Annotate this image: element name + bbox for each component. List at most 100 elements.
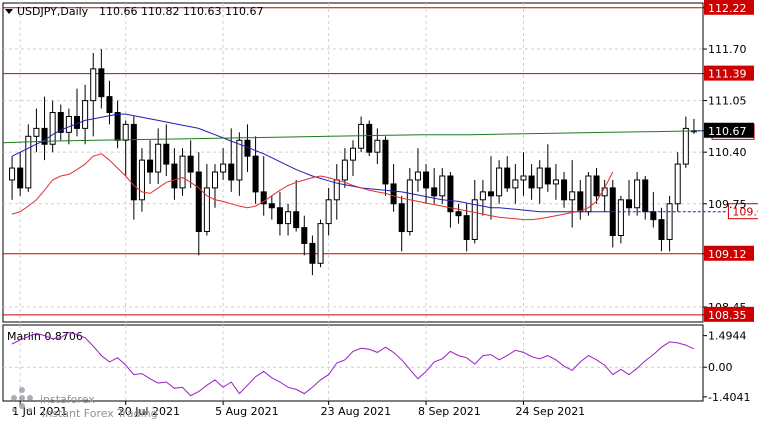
candle-body [431, 187, 438, 197]
price-tick-label: 111.39 [708, 68, 747, 81]
candle-body [349, 147, 357, 161]
watermark-tagline: Instant Forex Trading [42, 407, 158, 420]
candle-body [17, 167, 24, 189]
candle-body [577, 191, 584, 213]
candle-body [642, 179, 649, 213]
candle-body [25, 135, 32, 189]
candle-body [236, 139, 243, 181]
candle-body [601, 187, 608, 197]
candle-body [366, 123, 373, 153]
candle-body [463, 215, 470, 240]
price-tick-label: 110.67 [708, 125, 747, 138]
instaforex-logo-icon: instaforex Instant Forex Trading [11, 387, 158, 420]
candle-body [617, 199, 624, 237]
candle-body [496, 167, 503, 197]
candle-body [211, 171, 219, 189]
candle-body [155, 143, 162, 173]
candle-body [658, 219, 665, 240]
candle-body [471, 199, 478, 240]
candle-body [414, 171, 421, 181]
watermark-brand: instaforex [40, 393, 95, 406]
candle-body [228, 163, 235, 181]
candle-body [666, 203, 673, 240]
candle-body [455, 211, 462, 217]
candle-body [122, 123, 129, 141]
candle-body [9, 167, 16, 181]
candle-body [536, 167, 543, 189]
candle-body [285, 211, 292, 225]
candle-body [390, 183, 397, 205]
candle-body [520, 175, 527, 181]
candle-body [561, 179, 568, 201]
price-tick-label: 112.22 [708, 2, 747, 15]
chart-svg: 110.65109.65 112.22111.70111.39111.05110… [0, 0, 758, 423]
candle-body [634, 179, 641, 209]
symbol-label: USDJPY,Daily [17, 5, 89, 18]
candle-body [447, 175, 454, 213]
candle-body [252, 155, 259, 193]
candle-body [569, 191, 576, 201]
candle-body [65, 115, 72, 133]
candle-body [682, 127, 689, 165]
candle-body [41, 127, 48, 145]
candle-body [625, 199, 633, 209]
candle-body [163, 143, 170, 165]
candle-body [138, 159, 145, 201]
candle-body [341, 159, 348, 181]
candle-body [301, 227, 308, 244]
time-tick-label: 8 Sep 2021 [418, 405, 481, 418]
candle-body [398, 203, 405, 233]
candle-body [276, 207, 283, 225]
candle-body [98, 68, 105, 98]
candle-body [49, 112, 56, 145]
osc-tick-label: 0.00 [708, 361, 733, 374]
candle-body [325, 199, 332, 225]
candle-body [33, 127, 40, 137]
candle-body [552, 179, 559, 185]
candle-body [195, 171, 202, 233]
candle-body [130, 123, 137, 201]
osc-tick-label: -1.4041 [708, 391, 750, 404]
time-tick-label: 5 Aug 2021 [215, 405, 278, 418]
price-tick-label: 111.05 [708, 95, 747, 108]
candle [366, 120, 373, 157]
price-tick-label: 109.75 [708, 198, 747, 211]
candle-body [317, 223, 324, 264]
candle-body [406, 179, 413, 233]
osc-tick-label: 1.4944 [708, 330, 747, 343]
candle-body [114, 112, 121, 141]
candle-body [504, 167, 511, 189]
chart-header: USDJPY,Daily 110.66 110.82 110.63 110.67 [5, 5, 263, 18]
candle-body [487, 191, 495, 197]
candle-body [593, 175, 600, 197]
candle-body [90, 68, 97, 102]
candle-body [512, 179, 519, 189]
price-tick-label: 109.12 [708, 248, 747, 261]
candle-body [106, 96, 113, 114]
candle [585, 172, 592, 216]
candle-body [544, 167, 551, 185]
candle-body [220, 163, 227, 173]
candle-body [423, 171, 430, 189]
ohlc-header: 110.66 110.82 110.63 110.67 [99, 5, 263, 18]
price-tick-label: 108.35 [708, 309, 747, 322]
candle-body [528, 175, 535, 189]
price-tick-label: 111.70 [708, 43, 747, 56]
chart-root: 110.65109.65 112.22111.70111.39111.05110… [0, 0, 758, 423]
instaforex-watermark: instaforex Instant Forex Trading [8, 380, 208, 423]
time-tick-label: 24 Sep 2021 [515, 405, 585, 418]
candle-body [82, 100, 89, 129]
candle-body [309, 242, 316, 264]
candle-body [439, 175, 446, 197]
time-tick-label: 23 Aug 2021 [321, 405, 391, 418]
price-tick-label: 110.40 [708, 146, 747, 159]
candle-body [479, 191, 486, 201]
candle-body [268, 203, 275, 209]
candle-body [187, 155, 194, 173]
candle-body [179, 155, 186, 189]
candle-body [674, 163, 681, 205]
candle-body [650, 211, 657, 221]
candle-body [358, 123, 365, 149]
candle-body [147, 159, 154, 173]
candle-body [374, 139, 381, 153]
